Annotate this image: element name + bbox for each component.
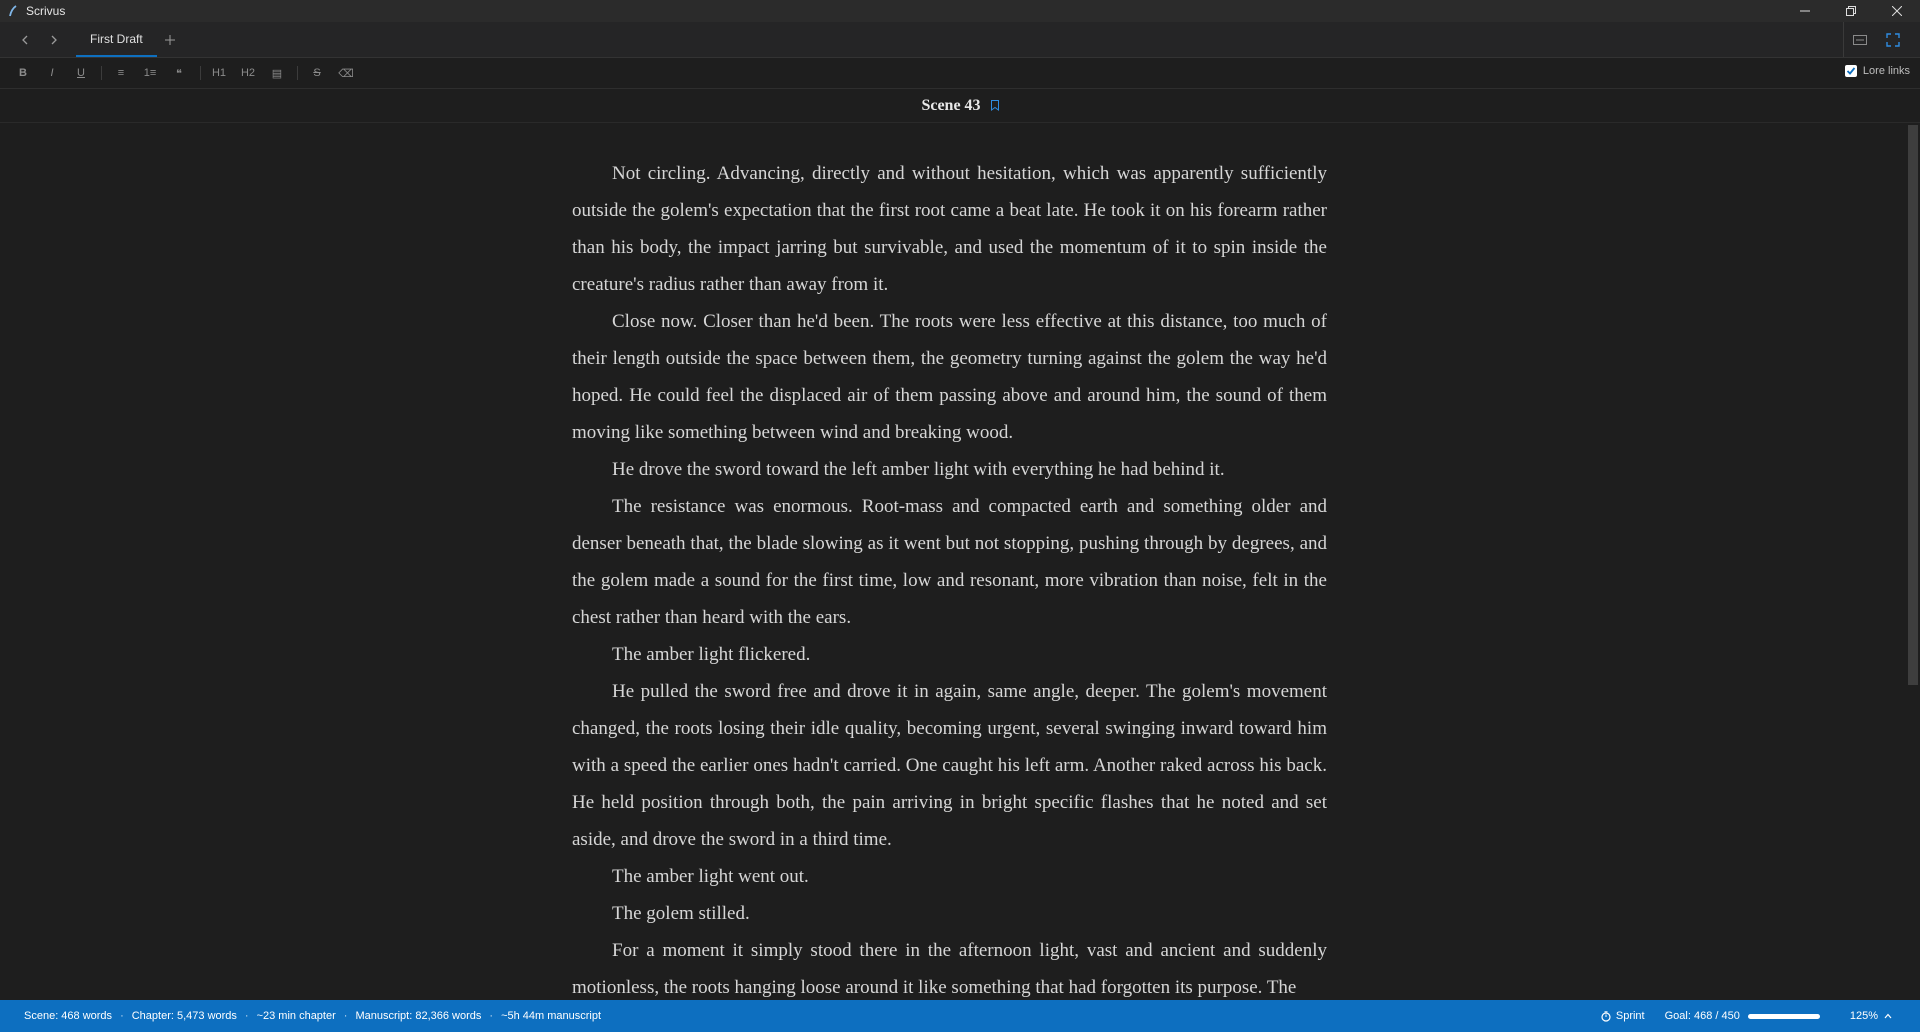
strikethrough-icon: S [313, 67, 321, 79]
add-tab-button[interactable] [160, 30, 180, 50]
eraser-icon: ⌫ [338, 67, 354, 80]
document-icon: ▤ [271, 67, 283, 80]
strikethrough-button[interactable]: S [307, 64, 327, 82]
underline-button[interactable]: U [71, 64, 91, 82]
scene-word-count: Scene: 468 words [24, 1010, 113, 1022]
editor-area[interactable]: Not circling. Advancing, directly and wi… [0, 123, 1908, 1000]
heading-2-button[interactable]: H2 [238, 64, 258, 82]
paragraph[interactable]: The golem stilled. [572, 895, 1327, 932]
blockquote-icon: ❝ [176, 67, 182, 80]
scene-break-button[interactable]: ▤ [267, 64, 287, 82]
italic-button[interactable]: I [42, 64, 62, 82]
lore-links-label: Lore links [1862, 65, 1910, 77]
bold-button[interactable]: B [13, 64, 33, 82]
paragraph[interactable]: The amber light went out. [572, 858, 1327, 895]
tab-label: First Draft [90, 31, 143, 46]
heading-2-icon: H2 [240, 67, 256, 79]
separator-dot: · [244, 1010, 249, 1022]
lore-links-checkbox[interactable] [1844, 65, 1857, 77]
vertical-scrollbar[interactable] [1908, 123, 1920, 1000]
chevron-up-icon [1884, 1013, 1892, 1019]
bullet-list-button[interactable]: ≡ [111, 64, 131, 82]
paragraph[interactable]: He pulled the sword free and drove it in… [572, 673, 1327, 858]
goal-progress-bar [1747, 1013, 1820, 1019]
minimize-icon [1800, 10, 1810, 12]
sprint-label: Sprint [1615, 1010, 1645, 1022]
divider [1843, 22, 1844, 57]
clear-format-button[interactable]: ⌫ [336, 64, 356, 82]
restore-button[interactable] [1828, 0, 1874, 22]
tab-bar: First Draft [0, 22, 1920, 58]
chapter-word-count: Chapter: 5,473 words [131, 1010, 237, 1022]
manuscript-text[interactable]: Not circling. Advancing, directly and wi… [572, 155, 1327, 1000]
heading-1-icon: H1 [211, 67, 227, 79]
paragraph[interactable]: The resistance was enormous. Root-mass a… [572, 488, 1327, 636]
underline-icon: U [77, 67, 85, 79]
lore-links-toggle[interactable]: Lore links [1844, 65, 1910, 77]
paragraph[interactable]: For a moment it simply stood there in th… [572, 932, 1327, 1000]
focus-mode-button[interactable] [1878, 27, 1908, 53]
divider [101, 66, 102, 80]
blockquote-button[interactable]: ❝ [169, 64, 189, 82]
paragraph[interactable]: Not circling. Advancing, directly and wi… [572, 155, 1327, 303]
split-view-button[interactable] [1845, 27, 1875, 53]
manuscript-reading-time: ~5h 44m manuscript [501, 1010, 602, 1022]
bookmark-icon [990, 100, 999, 111]
separator-dot: · [343, 1010, 348, 1022]
close-icon [1892, 6, 1902, 16]
format-toolbar: B I U ≡ 1≡ ❝ H1 H2 ▤ S ⌫ Lore links [0, 58, 1920, 89]
manuscript-word-count: Manuscript: 82,366 words [355, 1010, 482, 1022]
paragraph[interactable]: He drove the sword toward the left amber… [572, 451, 1327, 488]
zoom-control[interactable]: 125% [1850, 1010, 1892, 1022]
bookmark-button[interactable] [990, 100, 999, 111]
checkmark-icon [1846, 67, 1856, 75]
paragraph[interactable]: The amber light flickered. [572, 636, 1327, 673]
restore-icon [1846, 6, 1856, 16]
close-window-button[interactable] [1874, 0, 1920, 22]
keyboard-icon [1853, 35, 1867, 45]
heading-1-button[interactable]: H1 [209, 64, 229, 82]
chapter-reading-time: ~23 min chapter [256, 1010, 336, 1022]
word-goal[interactable]: Goal: 468 / 450 [1665, 1010, 1740, 1022]
back-button[interactable] [15, 30, 35, 50]
focus-mode-icon [1886, 33, 1900, 47]
app-logo-icon [6, 4, 20, 18]
status-bar: Scene: 468 words · Chapter: 5,473 words … [0, 1000, 1920, 1032]
zoom-level: 125% [1849, 1010, 1878, 1022]
plus-icon [165, 35, 175, 45]
tab-first-draft[interactable]: First Draft [76, 22, 157, 57]
divider [297, 66, 298, 80]
scrollbar-thumb[interactable] [1908, 125, 1918, 685]
title-bar: Scrivus [0, 0, 1920, 22]
minimize-button[interactable] [1782, 0, 1828, 22]
bullet-list-icon: ≡ [117, 67, 125, 79]
divider [200, 66, 201, 80]
chevron-left-icon [22, 35, 28, 45]
numbered-list-icon: 1≡ [143, 67, 157, 79]
numbered-list-button[interactable]: 1≡ [140, 64, 160, 82]
scene-header: Scene 43 [0, 89, 1920, 123]
chevron-right-icon [51, 35, 57, 45]
timer-icon [1601, 1010, 1611, 1022]
sprint-button[interactable]: Sprint [1601, 1010, 1645, 1022]
forward-button[interactable] [44, 30, 64, 50]
separator-dot: · [120, 1010, 124, 1022]
separator-dot: · [489, 1010, 494, 1022]
app-title: Scrivus [26, 4, 66, 18]
scene-title[interactable]: Scene 43 [921, 97, 980, 115]
paragraph[interactable]: Close now. Closer than he'd been. The ro… [572, 303, 1327, 451]
bold-icon: B [19, 67, 27, 79]
italic-icon: I [50, 67, 54, 79]
